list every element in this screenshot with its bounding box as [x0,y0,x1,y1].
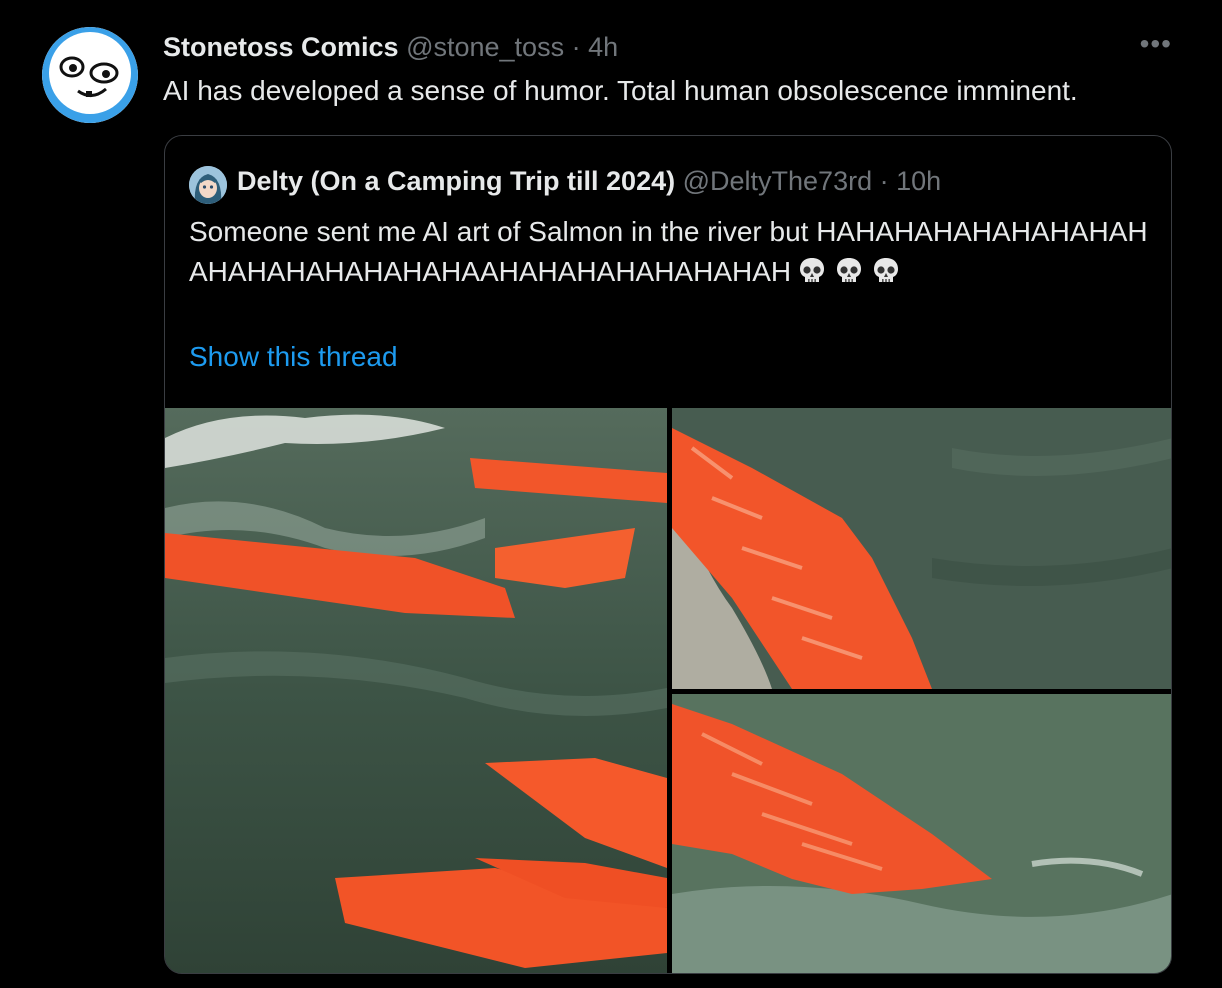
salmon-fillets-in-river-image[interactable] [165,408,667,973]
author-avatar[interactable] [42,27,138,123]
skull-emoji-group [791,256,902,287]
skull-icon [796,255,828,298]
salmon-fillet-water-image[interactable] [672,694,1171,973]
time-separator: · [571,32,581,62]
comic-face-avatar-icon [42,27,138,123]
anime-character-avatar-icon [189,166,227,204]
tweet-time[interactable]: 4h [588,32,618,62]
author-name[interactable]: Stonetoss Comics [163,32,399,62]
quoted-time-separator: · [879,166,889,196]
quoted-author-name[interactable]: Delty (On a Camping Trip till 2024) [237,166,675,196]
more-options-icon[interactable]: ••• [1140,28,1172,60]
quoted-tweet-text: Someone sent me AI art of Salmon in the … [189,212,1159,298]
quoted-tweet[interactable]: Delty (On a Camping Trip till 2024) @Del… [164,135,1172,974]
tweet-text: AI has developed a sense of humor. Total… [163,75,1078,106]
quoted-author-handle[interactable]: @DeltyThe73rd [683,166,873,196]
quoted-author-avatar[interactable] [189,166,227,204]
salmon-fillet-rapids-image[interactable] [672,408,1171,689]
skull-icon [833,255,865,298]
author-handle[interactable]: @stone_toss [406,32,564,62]
media-grid [165,408,1171,973]
quoted-tweet-time[interactable]: 10h [896,166,941,196]
quoted-text-content: Someone sent me AI art of Salmon in the … [189,216,1148,287]
quoted-tweet-header: Delty (On a Camping Trip till 2024) @Del… [237,164,941,198]
skull-icon [870,255,902,298]
show-thread-link[interactable]: Show this thread [189,339,398,375]
tweet-header: Stonetoss Comics @stone_toss · 4h [163,30,618,64]
